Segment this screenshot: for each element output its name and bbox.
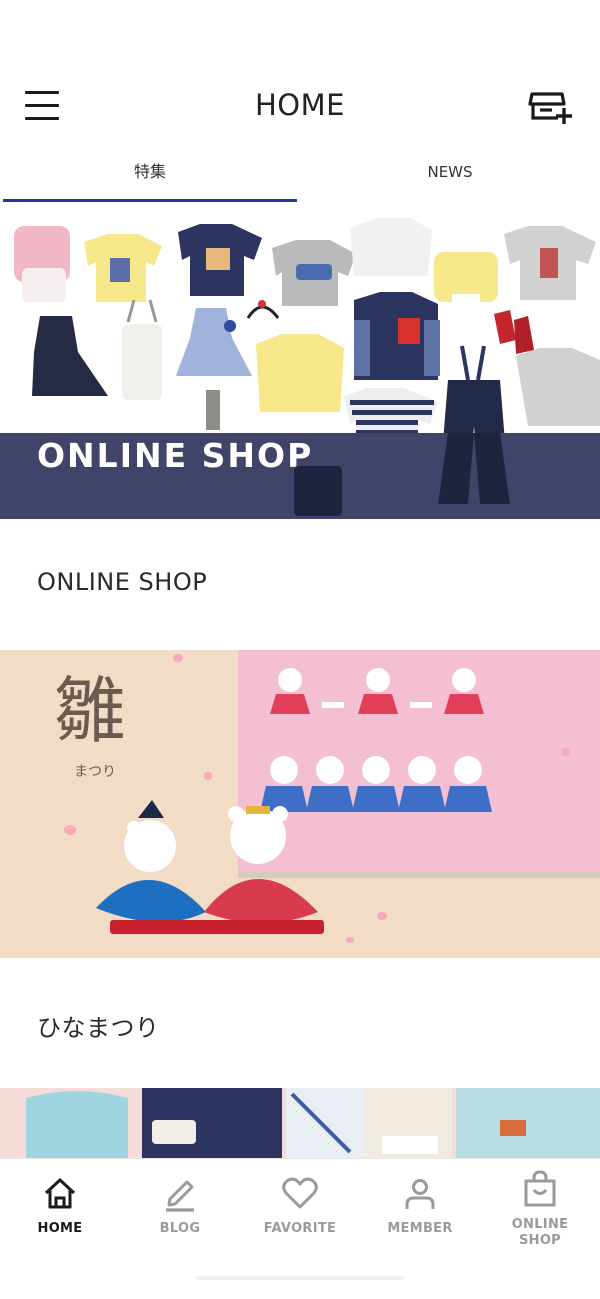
nav-blog-label: BLOG: [159, 1221, 201, 1236]
nav-home-label: HOME: [37, 1221, 83, 1236]
tab-news[interactable]: NEWS: [300, 150, 600, 204]
nav-favorite-label: FAVORITE: [263, 1221, 337, 1236]
person-icon: [405, 1179, 435, 1209]
active-tab-indicator: [3, 199, 297, 202]
nav-favorite[interactable]: FAVORITE: [240, 1159, 360, 1269]
app-header: HOME: [0, 0, 600, 150]
page-title: HOME: [255, 88, 345, 122]
hina-kanji-title: 雛: [54, 669, 127, 753]
home-icon: [44, 1178, 76, 1209]
nav-member-label: MEMBER: [387, 1221, 453, 1236]
nav-online-shop-label-line2: SHOP: [518, 1233, 562, 1248]
online-shop-banner[interactable]: ONLINE SHOP: [0, 204, 600, 519]
section-label-online-shop[interactable]: ONLINE SHOP: [37, 568, 207, 596]
kids-goods-image: [0, 1088, 600, 1158]
heart-icon: [282, 1177, 318, 1209]
nav-member[interactable]: MEMBER: [360, 1159, 480, 1269]
section-label-hinamatsuri[interactable]: ひなまつり: [37, 1008, 160, 1043]
nav-home[interactable]: HOME: [0, 1159, 120, 1269]
home-indicator: [196, 1276, 404, 1280]
goods-banner[interactable]: [0, 1088, 600, 1158]
tab-tokushu[interactable]: 特集: [3, 150, 297, 204]
nav-online-shop-label-line1: ONLINE: [511, 1217, 569, 1232]
nav-blog[interactable]: BLOG: [120, 1159, 240, 1269]
banner-overlay-title: ONLINE SHOP: [37, 436, 314, 475]
shop-add-icon: [528, 92, 572, 124]
tab-bar: 特集 NEWS: [0, 150, 600, 204]
shopping-bag-icon: [524, 1170, 556, 1207]
hina-subtitle: まつり: [74, 764, 116, 780]
pencil-icon: [166, 1180, 194, 1212]
nav-online-shop[interactable]: ONLINE SHOP: [480, 1159, 600, 1269]
shop-add-button[interactable]: [528, 86, 574, 128]
